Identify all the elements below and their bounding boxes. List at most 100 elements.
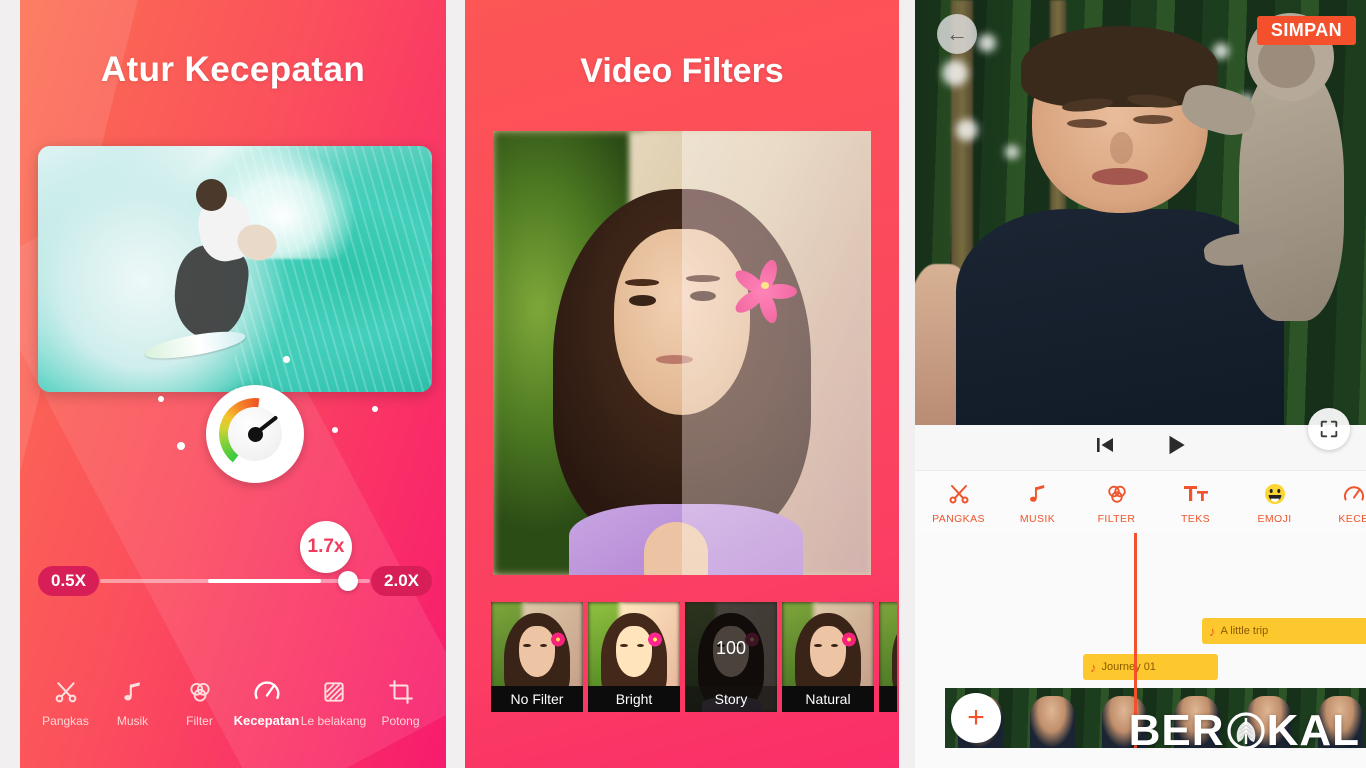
filters-panel: Video Filters No Filter Bright 100 Story… xyxy=(465,0,899,768)
speedometer-dial[interactable] xyxy=(206,385,304,483)
video-preview[interactable] xyxy=(38,146,432,392)
filter-thumbnail-strip[interactable]: No Filter Bright 100 Story Natural xyxy=(491,602,897,712)
monkey-subject xyxy=(1177,12,1352,328)
slider-knob[interactable] xyxy=(338,571,358,591)
decorative-dot xyxy=(177,442,185,450)
page-title: Video Filters xyxy=(580,52,784,90)
audio-clip-label: Journey 01 xyxy=(1101,661,1156,673)
toolbar-label: Filter xyxy=(186,714,213,728)
video-preview[interactable]: ← SIMPAN xyxy=(915,0,1366,425)
music-note-icon xyxy=(1026,480,1050,508)
filter-thumbnail[interactable]: Natural xyxy=(782,602,874,712)
decorative-dot xyxy=(332,427,338,433)
toolbar-label: Potong xyxy=(381,714,420,728)
filter-circles-icon xyxy=(1105,480,1129,508)
fullscreen-button[interactable] xyxy=(1308,408,1350,450)
toolbar-item-musik[interactable]: MUSIK xyxy=(998,480,1077,525)
music-note-icon: ♪ xyxy=(1090,659,1097,675)
previous-button[interactable] xyxy=(1093,433,1117,462)
save-button-label: SIMPAN xyxy=(1270,20,1342,40)
slider-min-label: 0.5X xyxy=(38,566,99,596)
toolbar-item-musik[interactable]: Musik xyxy=(99,677,166,728)
portrait-photo xyxy=(493,131,871,575)
add-clip-button[interactable]: + xyxy=(951,693,1001,743)
slider-max-label: 2.0X xyxy=(371,566,432,596)
filter-label: Bright xyxy=(588,686,680,712)
filter-thumbnail[interactable]: Bright xyxy=(588,602,680,712)
toolbar-item-teks[interactable]: TEKS xyxy=(1156,480,1235,525)
audio-clip[interactable]: ♪ Journey 01 xyxy=(1083,654,1218,680)
audio-clip-label: A little trip xyxy=(1220,625,1269,637)
music-note-icon xyxy=(120,677,146,707)
editor-panel: ← SIMPAN PANGKAS MUSIK FILTER TEKS EMOJI… xyxy=(915,0,1366,768)
scissors-icon xyxy=(947,480,971,508)
slider-max-text: 2.0X xyxy=(384,571,419,590)
filter-circles-icon xyxy=(187,677,213,707)
music-note-icon: ♪ xyxy=(1209,623,1216,639)
toolbar-label: FILTER xyxy=(1097,512,1136,525)
page-title: Atur Kecepatan xyxy=(100,50,366,89)
decorative-dot xyxy=(372,406,378,412)
playback-controls xyxy=(915,425,1366,471)
toolbar-item-pangkas[interactable]: PANGKAS xyxy=(919,480,998,525)
toolbar-label: TEKS xyxy=(1180,512,1211,525)
leaf-circle-icon xyxy=(1226,711,1266,751)
filter-label: Story xyxy=(685,686,777,712)
toolbar-label: MUSIK xyxy=(1019,512,1056,525)
play-button[interactable] xyxy=(1163,432,1189,463)
filter-label: Natural xyxy=(782,686,874,712)
slider-track[interactable] xyxy=(100,579,370,583)
toolbar-label: KECE xyxy=(1338,512,1366,525)
toolbar-label: EMOJI xyxy=(1257,512,1292,525)
filter-overlay-half xyxy=(682,131,871,575)
slider-min-text: 0.5X xyxy=(51,571,86,590)
hatched-square-icon xyxy=(321,677,347,707)
crop-icon xyxy=(388,677,414,707)
screenshot-stage: Atur Kecepatan 1.7x 0.5X 2.0X Pangkas Mu… xyxy=(0,0,1366,768)
scissors-icon xyxy=(53,677,79,707)
smiley-emoji-icon xyxy=(1263,480,1287,508)
editor-toolbar: PANGKAS MUSIK FILTER TEKS EMOJI KECE xyxy=(915,471,1366,533)
filter-thumbnail[interactable]: 100 Story xyxy=(685,602,777,712)
toolbar-label: Pangkas xyxy=(42,714,89,728)
toolbar-item-filter[interactable]: FILTER xyxy=(1077,480,1156,525)
speed-value-label: 1.7x xyxy=(307,536,345,557)
plus-icon: + xyxy=(967,701,985,734)
decorative-dot xyxy=(283,356,290,363)
speed-slider[interactable]: 0.5X 2.0X xyxy=(38,566,432,598)
toolbar-label: Musik xyxy=(116,714,149,728)
filter-badge: 100 xyxy=(715,638,747,658)
filter-thumbnail[interactable]: No Filter xyxy=(491,602,583,712)
filter-thumbnail[interactable]: Natu xyxy=(879,602,897,712)
toolbar-label: PANGKAS xyxy=(932,512,985,525)
back-button[interactable]: ← xyxy=(937,14,977,54)
save-button[interactable]: SIMPAN xyxy=(1256,16,1356,45)
audio-clip[interactable]: ♪ A little trip xyxy=(1202,618,1366,644)
watermark: BER KAL xyxy=(1129,706,1360,756)
toolbar-item-kecepatan[interactable]: KECE xyxy=(1314,480,1366,525)
watermark-text-right: KAL xyxy=(1266,706,1360,755)
toolbar-item-filter[interactable]: Filter xyxy=(166,677,233,728)
text-tt-icon xyxy=(1183,480,1209,508)
jungle-video-frame xyxy=(915,0,1366,425)
speedometer-icon xyxy=(252,676,282,706)
toolbar-label: Le belakang xyxy=(300,714,367,728)
toolbar-item-le-belakang[interactable]: Le belakang xyxy=(300,677,367,728)
surfing-video-frame xyxy=(38,146,432,392)
toolbar-label: Kecepatan xyxy=(233,713,300,728)
speedometer-icon xyxy=(1342,480,1366,508)
arrow-left-icon: ← xyxy=(946,21,968,46)
slider-fill xyxy=(208,579,322,583)
speed-panel-toolbar: Pangkas Musik Filter Kecepatan Le belaka… xyxy=(20,676,446,728)
filmstrip-frame[interactable] xyxy=(1017,688,1089,748)
filter-label: No Filter xyxy=(491,686,583,712)
watermark-text-left: BER xyxy=(1128,706,1225,755)
toolbar-item-emoji[interactable]: EMOJI xyxy=(1235,480,1314,525)
filter-label: Natu xyxy=(879,686,897,712)
filter-preview[interactable] xyxy=(493,131,871,575)
toolbar-item-potong[interactable]: Potong xyxy=(367,677,434,728)
toolbar-item-kecepatan[interactable]: Kecepatan xyxy=(233,676,300,728)
speed-panel: Atur Kecepatan 1.7x 0.5X 2.0X Pangkas Mu… xyxy=(20,0,446,768)
toolbar-item-pangkas[interactable]: Pangkas xyxy=(32,677,99,728)
speedometer-icon xyxy=(219,398,291,470)
